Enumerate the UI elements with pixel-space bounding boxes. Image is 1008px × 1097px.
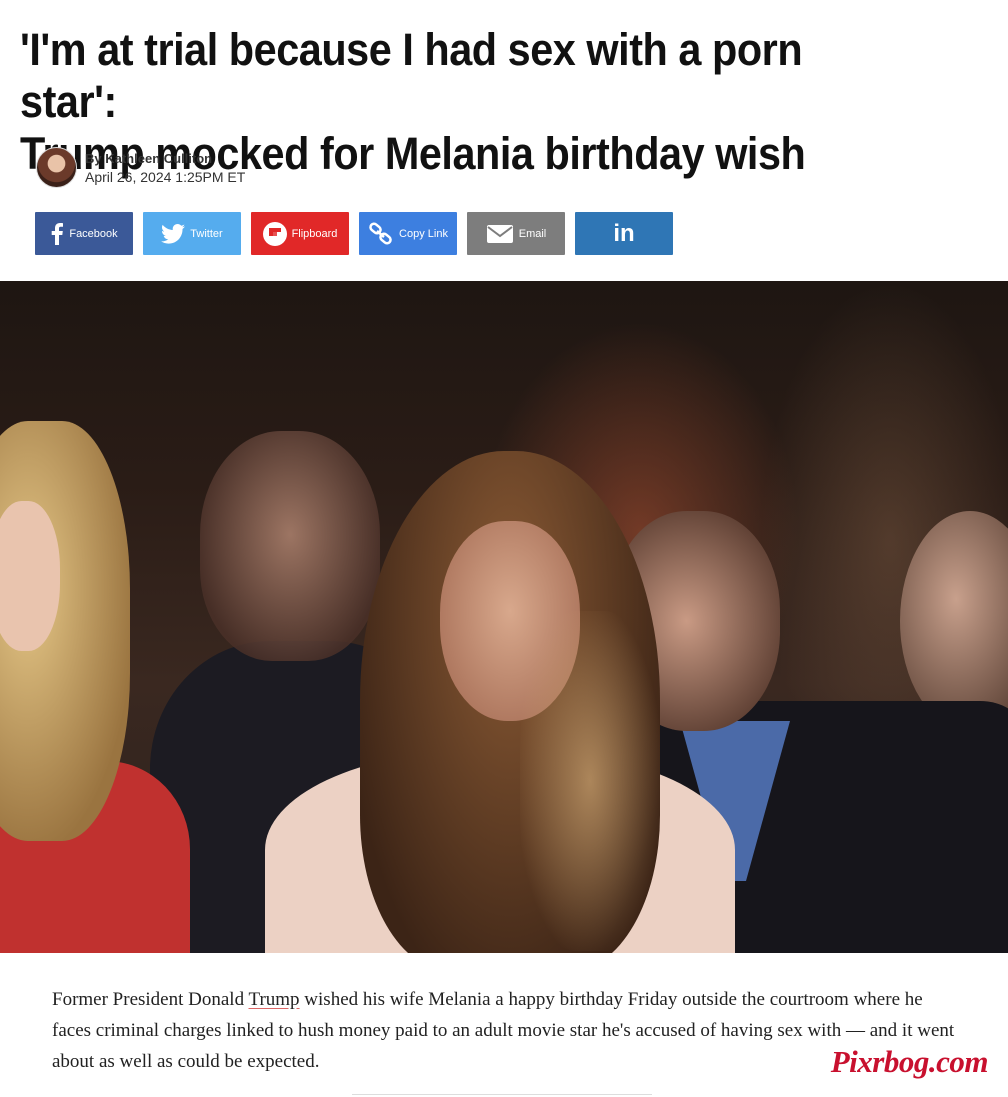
- author-name[interactable]: By Kathleen Culliton: [85, 149, 245, 168]
- share-facebook-label: Facebook: [69, 227, 118, 240]
- share-facebook-button[interactable]: Facebook: [35, 212, 133, 255]
- headline-line-1: 'I'm at trial because I had sex with a p…: [20, 24, 803, 127]
- copy-link-label: Copy Link: [399, 227, 448, 240]
- share-flipboard-button[interactable]: Flipboard: [251, 212, 349, 255]
- envelope-icon: [486, 224, 514, 244]
- copy-link-button[interactable]: Copy Link: [359, 212, 457, 255]
- share-twitter-button[interactable]: Twitter: [143, 212, 241, 255]
- share-flipboard-label: Flipboard: [291, 227, 338, 240]
- lede-text-start: Former President Donald: [52, 989, 249, 1010]
- watermark: Pixrbog.com: [830, 1044, 989, 1079]
- twitter-icon: [161, 223, 186, 244]
- link-icon: [368, 221, 394, 246]
- share-bar: Facebook Twitter Flipboard Copy Link Ema…: [35, 212, 673, 255]
- divider: [352, 1094, 652, 1095]
- facebook-icon: [50, 222, 64, 245]
- byline: By Kathleen Culliton April 26, 2024 1:25…: [36, 147, 245, 188]
- linkedin-icon: in: [613, 219, 635, 247]
- author-avatar[interactable]: [36, 147, 77, 188]
- share-email-label: Email: [518, 227, 547, 240]
- hero-photo: [0, 281, 1008, 953]
- share-email-button[interactable]: Email: [467, 212, 565, 255]
- trump-tag-link[interactable]: Trump: [249, 989, 300, 1010]
- share-linkedin-button[interactable]: in: [575, 212, 673, 255]
- flipboard-icon: [262, 221, 287, 246]
- share-twitter-label: Twitter: [190, 227, 223, 240]
- article-lede: Former President Donald Trump wished his…: [52, 984, 964, 1077]
- publish-date: April 26, 2024 1:25PM ET: [85, 168, 246, 185]
